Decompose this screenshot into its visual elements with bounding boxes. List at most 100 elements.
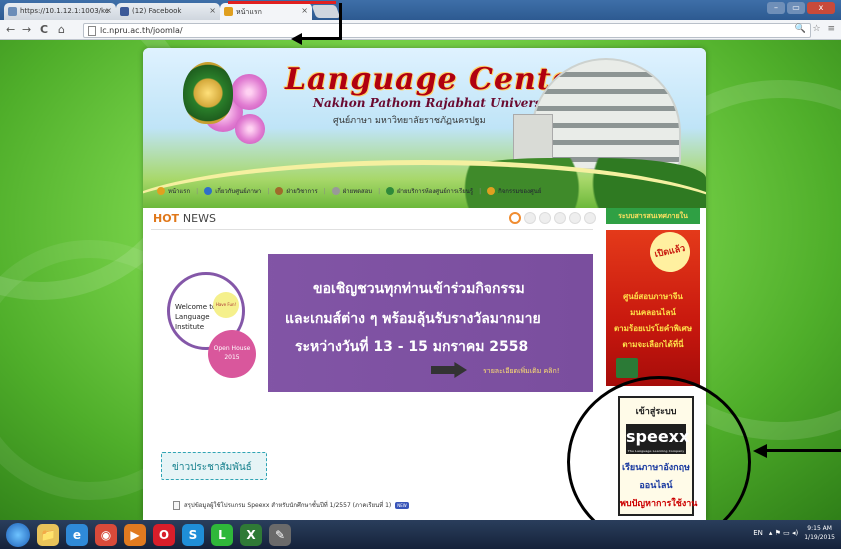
media-icon[interactable]: ▶ — [124, 523, 146, 546]
document-icon — [173, 500, 180, 510]
new-badge: NEW — [395, 501, 409, 509]
minimize-button[interactable]: – — [767, 2, 785, 14]
chrome-icon[interactable]: ◉ — [95, 523, 117, 546]
close-tab-icon[interactable]: × — [301, 6, 308, 15]
promo-line: ศูนย์สอบภาษาจีน — [623, 292, 683, 301]
slide-pager — [509, 212, 596, 224]
line-icon[interactable]: L — [211, 523, 233, 546]
skype-icon[interactable]: S — [182, 523, 204, 546]
tab-favicon — [8, 7, 17, 16]
nav-about[interactable]: เกี่ยวกับศูนย์ภาษา — [204, 186, 261, 196]
facebook-favicon-icon — [120, 7, 129, 16]
annotation-arrow-stem — [339, 3, 342, 39]
clock-date: 1/19/2015 — [804, 534, 835, 541]
back-button[interactable]: ← — [6, 23, 15, 36]
window-controls: – ▭ x — [767, 2, 835, 14]
tab-facebook[interactable]: (12) Facebook × — [116, 3, 220, 20]
slide-dot[interactable] — [584, 212, 596, 224]
clock-time: 9:15 AM — [807, 525, 832, 532]
clock[interactable]: 9:15 AM 1/19/2015 — [804, 524, 835, 542]
nav-label: หน้าแรก — [168, 188, 191, 195]
hot-news-slide[interactable]: Welcome to Language Institute Have Fun! … — [153, 254, 593, 392]
nav-academic[interactable]: ฝ่ายวิชาการ — [275, 186, 318, 196]
hot-news-title: HOT NEWS — [153, 212, 216, 225]
page-icon — [88, 26, 96, 36]
slide-line-2: และเกมส์ต่าง ๆ พร้อมลุ้นรับรางวัลมากมาย — [285, 311, 541, 327]
nav-services[interactable]: ฝ่ายบริการห้องศูนย์การเรียนรู้ — [386, 186, 473, 196]
slide-dot[interactable] — [509, 212, 521, 224]
tab-label: (12) Facebook — [132, 7, 182, 15]
browser-tools[interactable]: 🔍 ☆ ≡ — [794, 24, 837, 34]
more-details-link[interactable]: รายละเอียดเพิ่มเติม คลิก! — [483, 366, 560, 377]
hot-news-header: HOT NEWS — [151, 208, 596, 230]
open-badge: เปิดแล้ว — [646, 228, 694, 276]
annotation-arrow-head — [291, 33, 302, 45]
books-icon — [275, 187, 284, 195]
tab-label: หน้าแรก — [236, 8, 262, 16]
tab-portal[interactable]: https://10.1.12.1:1003/ke × — [4, 3, 116, 20]
windows-taskbar: 📁 e ◉ ▶ O S L X ✎ EN ▴ ⚑ ▭ ◂) 9:15 AM 1/… — [0, 520, 841, 549]
annotation-arrow-shaft — [300, 37, 342, 40]
slide-dot[interactable] — [569, 212, 581, 224]
info-icon — [204, 187, 213, 195]
address-bar[interactable]: lc.npru.ac.th/joomla/ — [83, 23, 811, 38]
nav-separator: | — [267, 187, 270, 195]
news-label: NEWS — [182, 212, 216, 225]
language-indicator[interactable]: EN — [753, 529, 763, 537]
slide-dot[interactable] — [524, 212, 536, 224]
nav-label: ฝ่ายวิชาการ — [286, 188, 318, 195]
new-tab-button[interactable] — [311, 5, 341, 18]
promo-line: ตามจะเลือกได้ที่นี่ — [622, 340, 684, 349]
promo-line: ตามร้อยเปรโยคำพิเศษ — [613, 324, 693, 333]
globe-icon — [386, 187, 395, 195]
slide-dot[interactable] — [554, 212, 566, 224]
close-tab-icon[interactable]: × — [105, 6, 112, 15]
hot-label: HOT — [153, 212, 180, 225]
close-tab-icon[interactable]: × — [209, 6, 216, 15]
pr-news-tab[interactable]: ข่าวประชาสัมพันธ์ — [161, 452, 267, 480]
explorer-icon[interactable]: 📁 — [37, 523, 59, 546]
address-text: lc.npru.ac.th/joomla/ — [100, 26, 183, 35]
forward-button[interactable]: → — [22, 23, 31, 36]
start-button[interactable] — [6, 522, 30, 547]
reload-button[interactable]: C — [40, 23, 48, 36]
news-item-text: สรุปข้อมูลผู้ใช้โปรแกรม Speexx สำหรับนัก… — [184, 502, 392, 509]
ie-icon[interactable]: e — [66, 523, 88, 546]
open-house-bubble: Open House 2015 — [208, 330, 256, 378]
opera-icon[interactable]: O — [153, 523, 175, 546]
promo-line: มนคลอนไลน์ — [630, 308, 676, 317]
promo-banner[interactable]: เปิดแล้ว ศูนย์สอบภาษาจีน มนคลอนไลน์ ตามร… — [606, 228, 700, 386]
nav-separator: | — [378, 187, 381, 195]
paint-icon[interactable]: ✎ — [269, 523, 291, 546]
nav-testing[interactable]: ฝ่ายทดสอบ — [331, 186, 372, 196]
nav-home[interactable]: หน้าแรก — [157, 186, 190, 196]
close-window-button[interactable]: x — [807, 2, 835, 14]
nav-separator: | — [479, 187, 482, 195]
tray-icons[interactable]: ▴ ⚑ ▭ ◂) — [769, 529, 798, 537]
news-item[interactable]: สรุปข้อมูลผู้ใช้โปรแกรม Speexx สำหรับนัก… — [173, 500, 409, 510]
nav-label: ฝ่ายบริการห้องศูนย์การเรียนรู้ — [397, 188, 474, 195]
site-thai-subtitle: ศูนย์ภาษา มหาวิทยาลัยราชภัฏนครปฐม — [333, 116, 486, 126]
browser-toolbar: ← → C ⌂ lc.npru.ac.th/joomla/ 🔍 ☆ ≡ — [0, 20, 841, 40]
nav-label: เกี่ยวกับศูนย์ภาษา — [215, 188, 262, 195]
browser-tab-bar: https://10.1.12.1:1003/ke × (12) Faceboo… — [0, 0, 841, 20]
home-button[interactable]: ⌂ — [58, 23, 65, 36]
excel-icon[interactable]: X — [240, 523, 262, 546]
slide-line-1: ขอเชิญชวนทุกท่านเข้าร่วมกิจกรรม — [313, 281, 525, 297]
fun-bubble: Have Fun! — [213, 292, 239, 318]
info-system-header[interactable]: ระบบสารสนเทศภายใน — [606, 208, 700, 224]
tab-label: https://10.1.12.1:1003/ke — [20, 7, 110, 15]
slide-line-3: ระหว่างวันที่ 13 - 15 มกราคม 2558 — [295, 339, 529, 355]
annotation-arrow-head — [753, 444, 767, 458]
maximize-button[interactable]: ▭ — [787, 2, 805, 14]
tab-homepage[interactable]: หน้าแรก × — [220, 3, 312, 20]
site-navbar: หน้าแรก | เกี่ยวกับศูนย์ภาษา | ฝ่ายวิชาก… — [143, 184, 706, 198]
nav-activities[interactable]: กิจกรรมของศูนย์ — [487, 186, 541, 196]
annotation-underline — [228, 1, 336, 4]
slide-dot[interactable] — [539, 212, 551, 224]
document-icon — [331, 187, 340, 195]
nav-separator: | — [196, 187, 199, 195]
home-icon — [157, 187, 165, 195]
flower-decoration — [235, 114, 265, 144]
university-logo — [183, 62, 233, 124]
